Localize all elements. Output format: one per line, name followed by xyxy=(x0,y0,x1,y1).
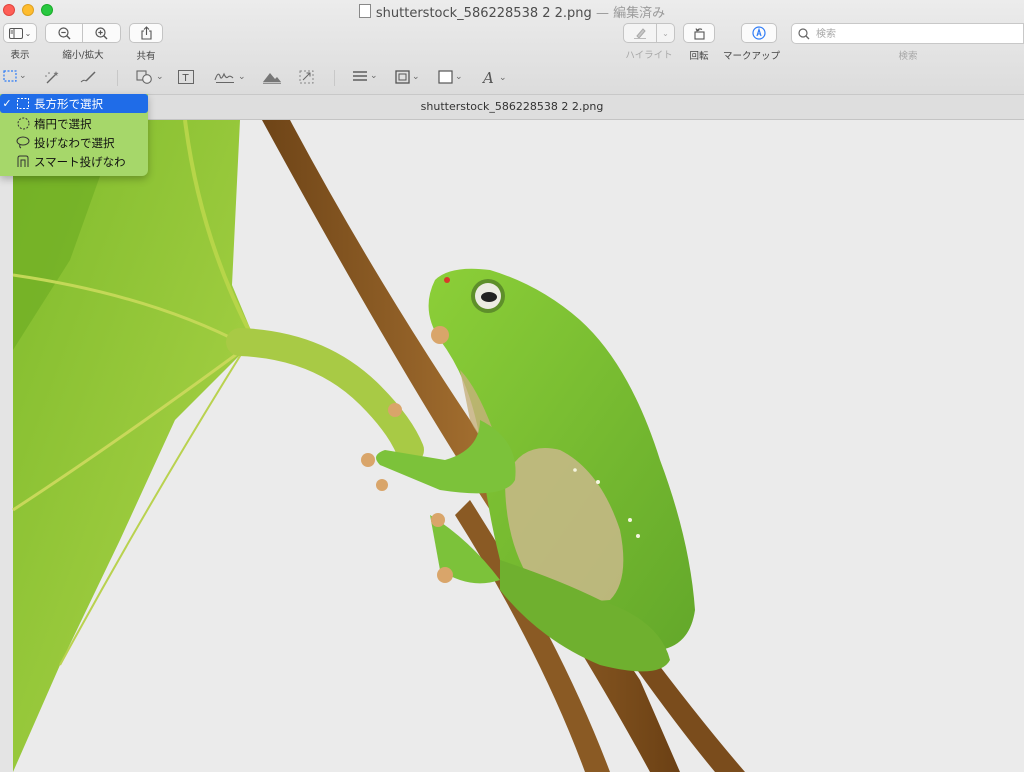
zoom-group: 縮小/拡大 xyxy=(45,23,121,61)
zoom-label: 縮小/拡大 xyxy=(62,50,104,61)
chevron-down-icon: ⌄ xyxy=(370,71,378,81)
highlight-label: ハイライト xyxy=(625,50,673,61)
menu-item-smart-lasso[interactable]: スマート投げなわ xyxy=(0,152,148,171)
chevron-down-icon: ⌄ xyxy=(156,72,164,82)
smart-lasso-icon xyxy=(14,155,32,168)
rotate-left-icon xyxy=(693,27,705,40)
window-title: shutterstock_586228538 2 2.png — 編集済み xyxy=(0,2,1024,21)
fill-color-icon xyxy=(438,70,453,84)
border-color-icon xyxy=(395,70,410,84)
text-icon: T xyxy=(178,70,194,84)
highlight-group: ⌄ ハイライト xyxy=(623,23,675,61)
document-icon xyxy=(358,4,371,18)
rotate-group: 回転 xyxy=(683,23,715,62)
highlight-button[interactable] xyxy=(623,23,657,43)
check-mark-icon: ✓ xyxy=(2,97,12,110)
text-style-button[interactable]: A ⌄ xyxy=(482,70,507,85)
rect-selection-icon xyxy=(3,70,17,82)
instant-alpha-button[interactable] xyxy=(44,70,60,84)
rotate-button[interactable] xyxy=(683,23,715,43)
chevron-down-icon: ⌄ xyxy=(662,28,669,38)
document-tab-title: shutterstock_586228538 2 2.png xyxy=(420,100,604,113)
ellipse-select-icon xyxy=(14,117,32,130)
instant-alpha-icon xyxy=(45,71,59,84)
markup-button[interactable] xyxy=(740,23,777,43)
border-color-button[interactable]: ⌄ xyxy=(395,70,420,84)
shapes-icon xyxy=(136,70,152,84)
selection-tool-menu: ✓ 長方形で選択 楕円で選択 投げなわで選択 スマート投げなわ xyxy=(0,94,148,176)
highlighter-icon xyxy=(634,28,646,39)
edited-status: — 編集済み xyxy=(595,6,666,21)
menu-item-label: 投げなわで選択 xyxy=(34,135,115,150)
window-title-text: shutterstock_586228538 2 2.png xyxy=(375,6,592,21)
toolbar-divider xyxy=(334,70,335,86)
markup-group: マークアップ xyxy=(723,23,780,62)
share-button[interactable] xyxy=(129,23,163,43)
chevron-down-icon: ⌄ xyxy=(238,72,246,82)
sidebar-icon xyxy=(8,27,23,39)
document-canvas[interactable] xyxy=(0,120,1024,772)
chevron-down-icon: ⌄ xyxy=(24,28,32,38)
zoom-out-icon xyxy=(57,26,70,39)
markup-label: マークアップ xyxy=(723,51,781,62)
shape-style-icon xyxy=(353,71,367,81)
adjust-color-icon xyxy=(263,73,281,84)
adjust-size-icon xyxy=(299,70,314,84)
menu-item-label: 長方形で選択 xyxy=(34,96,103,111)
zoom-in-icon xyxy=(95,26,108,39)
search-icon xyxy=(798,28,810,40)
menu-item-ellipse-select[interactable]: 楕円で選択 xyxy=(0,114,148,133)
search-input[interactable] xyxy=(814,25,1018,44)
selection-tool-button[interactable]: ⌄ xyxy=(3,70,27,82)
highlight-menu-button[interactable]: ⌄ xyxy=(657,23,675,43)
svg-text:T: T xyxy=(182,73,190,84)
menu-item-label: スマート投げなわ xyxy=(34,154,126,169)
frog-photo xyxy=(12,120,745,772)
svg-text:A: A xyxy=(482,70,494,85)
lasso-select-icon xyxy=(14,136,32,149)
chevron-down-icon: ⌄ xyxy=(455,72,463,82)
share-icon xyxy=(140,26,152,40)
document-tab[interactable]: shutterstock_586228538 2 2.png xyxy=(0,95,1024,120)
sketch-icon xyxy=(80,71,96,83)
chevron-down-icon: ⌄ xyxy=(412,72,420,82)
sign-button[interactable]: ⌄ xyxy=(214,70,246,84)
view-button[interactable]: ⌄ xyxy=(3,23,37,43)
menu-item-rect-select[interactable]: ✓ 長方形で選択 xyxy=(0,94,148,113)
sketch-button[interactable] xyxy=(79,70,97,84)
sign-icon xyxy=(214,72,234,83)
share-label: 共有 xyxy=(136,51,156,62)
shape-style-button[interactable]: ⌄ xyxy=(352,70,378,82)
markup-pen-icon xyxy=(751,26,766,40)
rect-select-icon xyxy=(14,98,32,109)
search-label: 検索 xyxy=(898,51,918,62)
window-titlebar: shutterstock_586228538 2 2.png — 編集済み ⌄ … xyxy=(0,0,1024,95)
zoom-out-button[interactable] xyxy=(45,23,83,43)
shapes-button[interactable]: ⌄ xyxy=(136,70,164,84)
rotate-label: 回転 xyxy=(689,50,709,62)
menu-item-lasso-select[interactable]: 投げなわで選択 xyxy=(0,133,148,152)
search-field[interactable] xyxy=(791,23,1024,44)
menu-item-label: 楕円で選択 xyxy=(34,116,92,131)
text-style-icon: A xyxy=(482,70,494,85)
chevron-down-icon: ⌄ xyxy=(499,72,507,83)
view-group: ⌄ 表示 xyxy=(3,23,37,61)
zoom-in-button[interactable] xyxy=(83,23,121,43)
text-tool-button[interactable]: T xyxy=(178,70,194,84)
toolbar-divider xyxy=(117,70,118,86)
adjust-color-button[interactable] xyxy=(262,70,282,84)
view-label: 表示 xyxy=(10,50,30,61)
chevron-down-icon: ⌄ xyxy=(19,71,27,81)
fill-color-button[interactable]: ⌄ xyxy=(438,70,463,84)
adjust-size-button[interactable] xyxy=(299,70,314,84)
share-group: 共有 xyxy=(129,23,163,62)
